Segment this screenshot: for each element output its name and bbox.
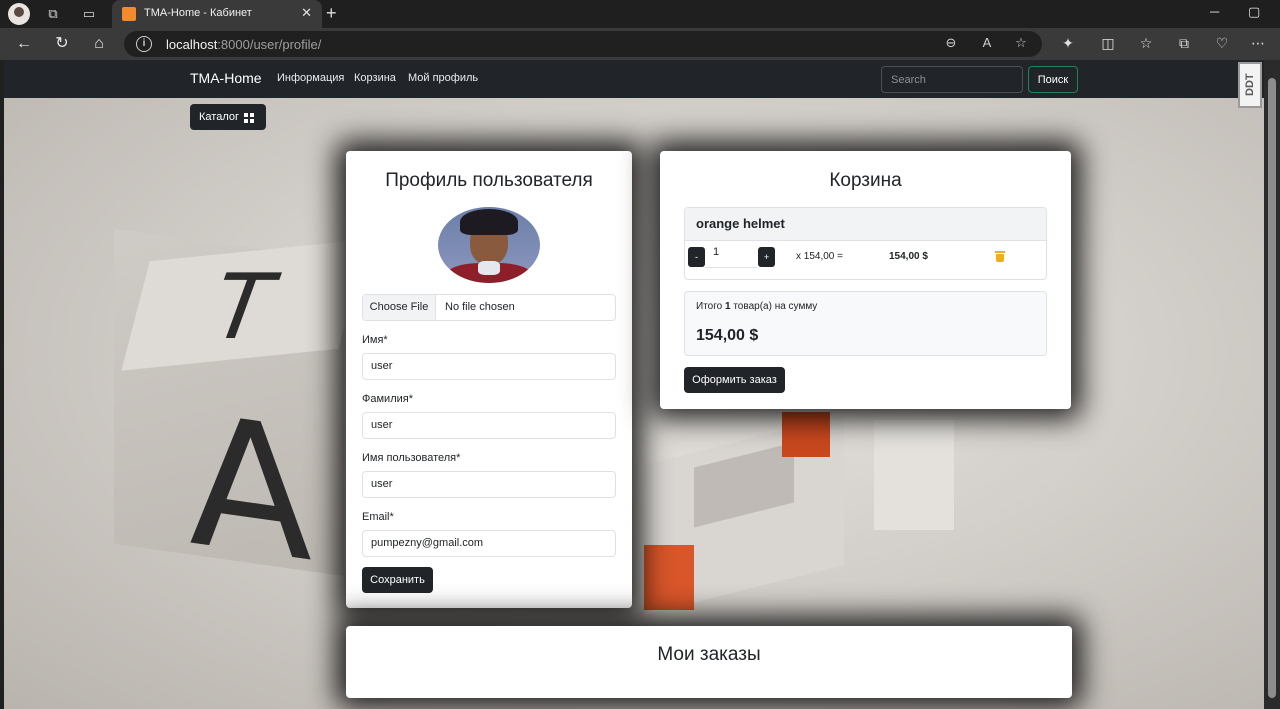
last-name-field[interactable]: user [362,412,616,439]
site-favicon-icon [122,7,136,21]
site-navbar: TMA-Home Информация Корзина Мой профиль … [4,60,1264,108]
background-pillar [874,420,954,530]
username-label: Имя пользователя* [362,452,461,464]
favorite-star-icon[interactable]: ☆ [1012,35,1030,51]
page-viewport: T A TMA-Home Информация Корзина Мой проф… [4,60,1264,709]
background-orange-block [782,412,830,457]
background-letter-a: A [189,376,313,603]
nav-link-profile[interactable]: Мой профиль [408,72,478,84]
checkout-button[interactable]: Оформить заказ [684,367,785,393]
file-status: No file chosen [445,301,515,313]
site-info-icon[interactable]: i [136,36,152,52]
cart-title: Корзина [829,170,902,191]
email-field[interactable]: pumpezny@gmail.com [362,530,616,557]
cart-summary: Итого 1 товар(а) на сумму 154,00 $ [684,291,1047,356]
split-screen-icon[interactable]: ◫ [1098,35,1118,52]
site-brand[interactable]: TMA-Home [190,70,262,86]
cart-item-header: orange helmet [685,208,1046,241]
cart-item-name: orange helmet [696,216,785,231]
user-avatar [438,207,540,283]
cart-summary-text: Итого 1 товар(а) на сумму [696,301,818,312]
zoom-icon[interactable]: ⊖ [942,35,960,51]
background-orange-block [644,545,694,610]
scrollbar-thumb[interactable] [1268,78,1276,698]
catalog-button[interactable]: Каталог [190,104,266,130]
address-bar[interactable]: i localhost:8000/user/profile/ ⊖ A ☆ [124,31,1042,57]
collections-icon[interactable]: ⧉ [1174,35,1194,52]
cart-item-total: 154,00 $ [889,251,928,262]
tab-actions-icon[interactable]: ▭ [80,5,98,23]
more-menu-icon[interactable]: ⋯ [1248,35,1268,52]
home-icon[interactable]: ⌂ [89,34,109,54]
first-name-field[interactable]: user [362,353,616,380]
nav-link-cart[interactable]: Корзина [354,72,396,84]
search-input[interactable] [881,66,1023,93]
cart-item: orange helmet - 1 + x 154,00 = 154,00 $ [684,207,1047,280]
orders-title: Мои заказы [657,644,761,665]
workspaces-icon[interactable]: ⧉ [44,5,62,23]
catalog-label: Каталог [199,111,239,123]
browser-toolbar: ← ↻ ⌂ i localhost:8000/user/profile/ ⊖ A… [0,28,1280,60]
tab-close-icon[interactable]: ✕ [301,5,312,21]
page-scrollbar[interactable] [1264,60,1280,709]
extensions-icon[interactable]: ✦ [1058,35,1078,52]
browser-tab-active[interactable]: TMA-Home - Кабинет ✕ [112,0,322,28]
email-label: Email* [362,511,394,523]
profile-card: Профиль пользователя Choose File No file… [346,151,632,608]
last-name-label: Фамилия* [362,393,413,405]
cart-card: Корзина orange helmet - 1 + x 154,00 = 1… [660,151,1071,409]
quantity-field[interactable]: 1 [705,246,757,268]
orders-card: Мои заказы [346,626,1072,698]
profile-avatar-icon[interactable] [8,3,30,25]
new-tab-icon[interactable]: + [326,3,337,24]
grid-icon [244,113,254,123]
first-name-label: Имя* [362,334,388,346]
save-button[interactable]: Сохранить [362,567,433,593]
nav-link-info[interactable]: Информация [277,72,344,84]
profile-title: Профиль пользователя [385,170,593,191]
trash-icon[interactable] [995,251,1005,262]
quantity-increase-button[interactable]: + [758,247,775,267]
cart-item-unit-price: x 154,00 = [796,251,843,262]
read-aloud-icon[interactable]: A [978,35,996,50]
favorites-icon[interactable]: ☆ [1136,35,1156,52]
debug-toolbar-toggle[interactable]: DDT [1238,62,1262,108]
minimize-icon[interactable]: ─ [1210,4,1219,19]
avatar-file-input[interactable]: Choose File No file chosen [362,294,616,321]
tab-title: TMA-Home - Кабинет [144,7,252,19]
refresh-icon[interactable]: ↻ [52,34,72,54]
browser-essentials-icon[interactable]: ♡ [1212,35,1232,52]
back-icon[interactable]: ← [14,34,34,54]
cart-summary-total: 154,00 $ [696,327,759,344]
url-text: localhost:8000/user/profile/ [166,37,322,52]
browser-tabbar: ⧉ ▭ TMA-Home - Кабинет ✕ + ─ ▢ [0,0,1280,28]
quantity-decrease-button[interactable]: - [688,247,705,267]
username-field[interactable]: user [362,471,616,498]
maximize-icon[interactable]: ▢ [1248,4,1260,20]
search-button[interactable]: Поиск [1028,66,1078,93]
choose-file-button[interactable]: Choose File [363,295,436,320]
